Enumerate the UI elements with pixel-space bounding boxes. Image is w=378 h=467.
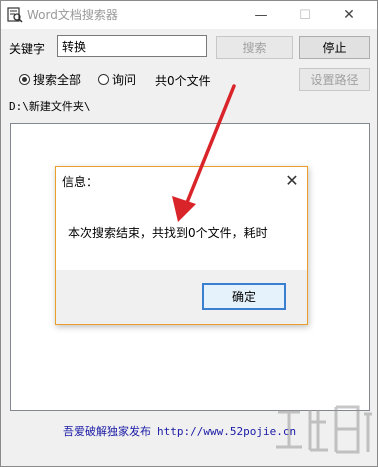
footer-text: 吾爱破解独家发布 xyxy=(63,425,151,438)
title-bar[interactable]: Word文档搜索器 — ☐ ✕ xyxy=(1,1,377,29)
dialog-message: 本次搜索结束，共找到0个文件，耗时 xyxy=(68,226,268,240)
close-button[interactable]: ✕ xyxy=(327,1,371,29)
stop-button[interactable]: 停止 xyxy=(299,36,370,59)
found-count-text: 共0个文件 xyxy=(155,74,211,88)
watermark-logo xyxy=(276,405,372,454)
search-button[interactable]: 搜索 xyxy=(216,36,293,59)
dialog-title: 信息： xyxy=(62,175,99,189)
footer-credit: 吾爱破解独家发布 http://www.52pojie.cn xyxy=(63,423,296,439)
info-dialog: 信息： ✕ 本次搜索结束，共找到0个文件，耗时 确定 xyxy=(55,166,308,325)
app-icon xyxy=(7,7,23,23)
ok-button[interactable]: 确定 xyxy=(202,283,286,310)
ask-label: 询问 xyxy=(112,73,137,87)
dialog-close-icon[interactable]: ✕ xyxy=(281,169,303,191)
window-title: Word文档搜索器 xyxy=(27,8,118,22)
dialog-button-bar: 确定 xyxy=(56,270,307,324)
set-path-button[interactable]: 设置路径 xyxy=(299,68,370,91)
search-all-radio[interactable]: 搜索全部 xyxy=(19,71,81,88)
ask-radio[interactable]: 询问 xyxy=(98,71,136,88)
current-path: D:\新建文件夹\ xyxy=(9,100,91,113)
search-all-label: 搜索全部 xyxy=(33,73,82,87)
minimize-button[interactable]: — xyxy=(239,1,283,29)
maximize-button[interactable]: ☐ xyxy=(283,1,327,29)
keyword-label: 关键字 xyxy=(9,42,46,56)
radio-unselected-indicator xyxy=(98,74,109,85)
keyword-input[interactable] xyxy=(57,35,207,57)
radio-selected-indicator xyxy=(19,74,30,85)
